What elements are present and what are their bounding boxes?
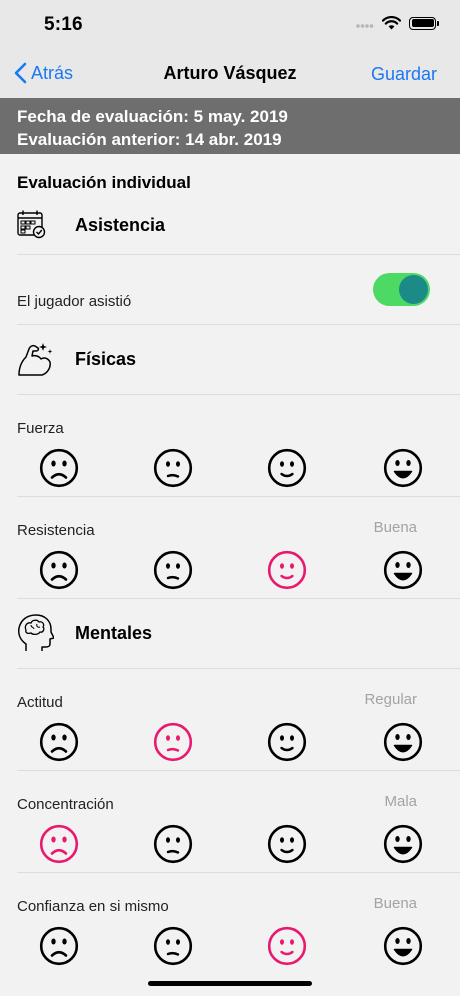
rating-value: Mala xyxy=(384,793,417,810)
rating-row-confianza: Confianza en si mismo Buena xyxy=(0,873,460,975)
smile-face-icon[interactable] xyxy=(267,722,307,762)
evaluation-date: Fecha de evaluación: 5 may. 2019 xyxy=(17,107,288,126)
category-mentales: Mentales xyxy=(0,599,460,669)
row-label: Fuerza xyxy=(17,420,64,437)
grin-face-icon[interactable] xyxy=(383,448,423,488)
toggle-knob xyxy=(399,275,428,304)
section-title: Evaluación individual xyxy=(17,173,191,192)
sad-face-icon[interactable] xyxy=(39,448,79,488)
smile-face-icon[interactable] xyxy=(267,448,307,488)
status-icons xyxy=(356,16,439,30)
category-label-mentales: Mentales xyxy=(75,623,153,643)
grin-face-icon[interactable] xyxy=(383,824,423,864)
battery-icon xyxy=(409,16,439,30)
status-bar: 5:16 xyxy=(0,0,460,50)
grin-face-icon[interactable] xyxy=(383,550,423,590)
rating-row-resistencia: Resistencia Buena xyxy=(0,497,460,599)
status-time: 5:16 xyxy=(44,14,83,35)
neutral-face-icon[interactable] xyxy=(153,448,193,488)
row-label: Confianza en si mismo xyxy=(17,898,169,915)
flexed-arm-icon xyxy=(18,343,53,376)
neutral-face-icon[interactable] xyxy=(153,722,193,762)
calendar-icon xyxy=(17,210,46,239)
rating-value: Buena xyxy=(373,519,417,536)
grin-face-icon[interactable] xyxy=(383,722,423,762)
rating-row-actitud: Actitud Regular xyxy=(0,669,460,771)
category-asistencia: Asistencia xyxy=(0,202,460,252)
sad-face-icon[interactable] xyxy=(39,722,79,762)
smile-face-icon[interactable] xyxy=(267,550,307,590)
previous-evaluation-date: Evaluación anterior: 14 abr. 2019 xyxy=(17,130,282,149)
neutral-face-icon[interactable] xyxy=(153,824,193,864)
category-fisicas: Físicas xyxy=(0,325,460,395)
save-button[interactable]: Guardar xyxy=(371,64,437,85)
row-label: Concentración xyxy=(17,796,114,813)
sad-face-icon[interactable] xyxy=(39,926,79,966)
row-label: El jugador asistió xyxy=(17,293,132,310)
neutral-face-icon[interactable] xyxy=(153,926,193,966)
row-label: Resistencia xyxy=(17,522,95,539)
evaluation-dates-banner: Fecha de evaluación: 5 may. 2019 Evaluac… xyxy=(0,98,460,154)
smile-face-icon[interactable] xyxy=(267,824,307,864)
neutral-face-icon[interactable] xyxy=(153,550,193,590)
wifi-icon xyxy=(382,16,401,30)
brain-head-icon xyxy=(18,614,54,651)
rating-row-fuerza: Fuerza xyxy=(0,395,460,497)
sad-face-icon[interactable] xyxy=(39,824,79,864)
row-asistencia: El jugador asistió xyxy=(0,255,460,325)
rating-value: Buena xyxy=(373,895,417,912)
rating-row-concentracion: Concentración Mala xyxy=(0,771,460,873)
navigation-bar: Atrás Arturo Vásquez Guardar xyxy=(0,50,460,98)
cellular-signal-icon xyxy=(356,24,374,28)
category-label-asistencia: Asistencia xyxy=(75,215,166,235)
attendance-toggle[interactable] xyxy=(373,273,430,306)
home-indicator xyxy=(148,981,312,986)
smile-face-icon[interactable] xyxy=(267,926,307,966)
rating-value: Regular xyxy=(364,691,417,708)
grin-face-icon[interactable] xyxy=(383,926,423,966)
row-label: Actitud xyxy=(17,694,63,711)
sad-face-icon[interactable] xyxy=(39,550,79,590)
category-label-fisicas: Físicas xyxy=(75,349,137,369)
